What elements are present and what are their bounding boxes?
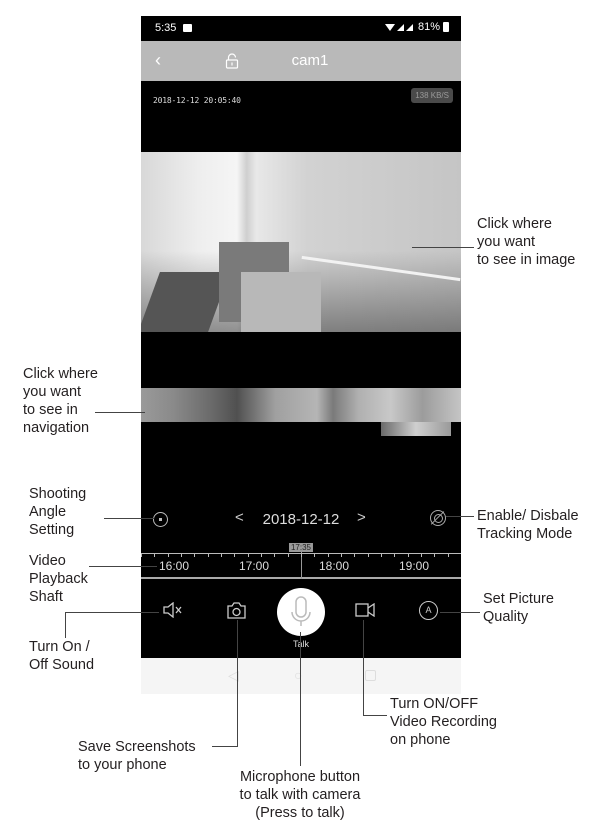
android-home-button[interactable]: ○ (294, 667, 302, 683)
timeline-tick (341, 553, 342, 557)
timeline-hour-label: 16:00 (158, 559, 190, 573)
talk-label: Talk (141, 639, 461, 649)
tracking-mode-button[interactable] (430, 510, 446, 526)
annotation-recording: Turn ON/OFF Video Recording on phone (390, 696, 497, 748)
panorama-navigation-strip[interactable] (141, 388, 461, 422)
leader-line (412, 247, 474, 248)
timeline-tick (261, 553, 262, 557)
status-time: 5:35 (155, 22, 177, 34)
annotation-microphone: Microphone button to talk with camera (P… (239, 769, 361, 821)
leader-line (89, 566, 157, 567)
timeline-tick (207, 553, 209, 557)
leader-line (65, 612, 66, 638)
talk-button[interactable] (277, 588, 325, 636)
signal-icon (384, 24, 413, 31)
battery-percent: 81% (417, 21, 440, 33)
scene-object (301, 255, 461, 282)
timeline-tick (274, 553, 276, 557)
next-date-button[interactable]: > (357, 509, 366, 526)
timeline-tick (434, 553, 436, 557)
video-panel: 2018-12-12 20:05:40 138 KB/S (141, 81, 461, 332)
android-navigation-bar: ◁ ○ (141, 658, 461, 694)
annotation-nav-tap: Click where you want to see in navigatio… (23, 366, 98, 436)
leader-line (104, 518, 154, 519)
playback-timeline[interactable]: 16:00 17:00 18:00 19:00 17:35 (141, 543, 461, 581)
scene-object (241, 272, 321, 332)
leader-line (440, 612, 480, 613)
phone-screen: 5:35 81% ‹ cam1 2018-12-12 20:05:40 138 … (141, 16, 461, 694)
battery-icon (443, 22, 449, 32)
speaker-mute-icon[interactable] (163, 602, 183, 618)
bitrate-badge: 138 KB/S (411, 88, 453, 103)
date-label: 2018-12-12 (262, 511, 340, 528)
annotation-tracking: Enable/ Disbale Tracking Mode (477, 508, 579, 542)
annotation-sound: Turn On / Off Sound (29, 639, 95, 673)
video-camera-icon[interactable] (355, 603, 375, 617)
camera-image[interactable] (141, 152, 461, 332)
leader-line (212, 746, 238, 747)
timeline-tick (394, 553, 396, 557)
image-notification-icon (183, 24, 192, 32)
date-controls: < 2018-12-12 > (141, 508, 461, 532)
panorama-gap (141, 422, 381, 436)
leader-line (237, 620, 238, 746)
panorama-navigation-extension[interactable] (381, 422, 451, 436)
annotation-screenshot: Save Screenshots to your phone (78, 739, 196, 773)
timeline-tick (181, 553, 182, 557)
osd-timestamp: 2018-12-12 20:05:40 (153, 96, 241, 105)
title-bar: ‹ cam1 (141, 41, 461, 81)
bottom-toolbar: Talk A (141, 583, 461, 658)
leader-line (300, 632, 301, 766)
timeline-tick (314, 553, 316, 557)
timeline-tick (247, 553, 249, 557)
timeline-tick (421, 553, 422, 557)
timeline-tick (407, 553, 409, 557)
leader-line (95, 412, 145, 413)
timeline-tick (447, 553, 449, 557)
timeline-tick (301, 553, 302, 557)
status-bar: 5:35 81% (141, 16, 461, 41)
leader-line (363, 620, 364, 715)
annotation-angle: Shooting Angle Setting (29, 486, 87, 538)
timeline-tick (367, 553, 369, 557)
status-right: 81% (384, 21, 449, 33)
timeline-tick (167, 553, 169, 557)
timeline-tick (381, 553, 382, 557)
android-recents-button[interactable] (365, 670, 376, 681)
annotation-quality: Set Picture Quality (483, 591, 554, 625)
scene-object (141, 272, 230, 332)
microphone-icon (291, 596, 311, 626)
camera-title: cam1 (291, 52, 329, 69)
timeline-tick (354, 553, 356, 557)
timeline-tick (141, 553, 142, 557)
timeline-hour-label: 18:00 (318, 559, 350, 573)
timeline-tick (234, 553, 236, 557)
leader-line (65, 612, 159, 613)
timeline-tick (327, 553, 329, 557)
timeline-cursor-label: 17:35 (288, 543, 314, 552)
annotation-shaft: Video Playback Shaft (29, 553, 88, 605)
timeline-hour-label: 19:00 (398, 559, 430, 573)
timeline-tick (221, 553, 222, 557)
timeline-tick (287, 553, 289, 557)
timeline-tick (154, 553, 156, 557)
timeline-tick (194, 553, 196, 557)
camera-icon[interactable] (227, 602, 246, 619)
leader-line (363, 715, 387, 716)
leader-line (446, 516, 474, 517)
annotation-image-tap: Click where you want to see in image (477, 216, 576, 268)
picture-quality-button[interactable]: A (419, 601, 438, 620)
timeline-hour-label: 17:00 (238, 559, 270, 573)
